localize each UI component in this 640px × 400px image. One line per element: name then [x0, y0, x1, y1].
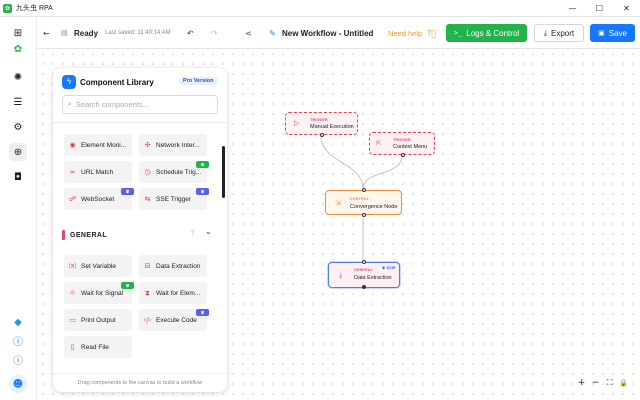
component-library-panel: ϟ Component Library Pro Version ⌕ ◉ Eleme… — [53, 68, 227, 392]
output-port[interactable] — [320, 133, 324, 137]
component-label: Set Variable — [81, 262, 116, 270]
component-data-extraction[interactable]: ⊟ Data Extraction — [139, 255, 207, 277]
zoom-in-button[interactable]: + — [575, 376, 588, 389]
sse-icon: ⇆ — [144, 195, 151, 203]
node-name: Convergence Node — [350, 204, 398, 210]
component-label: Execute Code — [156, 316, 197, 324]
node-data-extraction[interactable]: ⤓ GENERAL ♛ SVIP Data Extraction — [328, 260, 400, 289]
component-network-intercept[interactable]: ✣ Network Inter... — [139, 134, 207, 156]
section-help-icon[interactable]: ? — [191, 231, 194, 237]
node-kind: TRIGGER — [310, 118, 328, 122]
node-name: Context Menu — [393, 144, 428, 150]
section-title: GENERAL — [70, 231, 108, 239]
cursor-icon: ⇱ — [376, 140, 382, 147]
divider — [53, 122, 227, 123]
chevron-down-icon[interactable]: ⌄ — [205, 227, 212, 236]
network-icon: ✣ — [144, 141, 151, 149]
hourglass-icon: ⧗ — [145, 288, 150, 297]
plugin-badge: ⊕ — [121, 282, 134, 289]
output-port[interactable] — [362, 213, 366, 217]
fit-view-button[interactable]: ⛶ — [603, 376, 616, 389]
output-port[interactable] — [401, 153, 405, 157]
lock-button[interactable]: 🔒 — [617, 376, 630, 389]
clock-icon: ◷ — [144, 168, 151, 176]
eye-icon: ◉ — [69, 141, 76, 149]
pro-badge[interactable]: Pro Version — [179, 77, 218, 85]
panel-scrollbar[interactable] — [222, 146, 225, 198]
node-kind: TRIGGER — [393, 138, 411, 142]
node-manual-execution[interactable]: ▷ TRIGGER Manual Execution — [285, 112, 358, 137]
component-url-match[interactable]: ∞ URL Match — [64, 161, 132, 183]
component-label: Read File — [81, 343, 109, 351]
component-label: Print Output — [81, 316, 116, 324]
section-general-header[interactable]: GENERAL — [62, 229, 107, 241]
vip-badge: ♛ — [121, 188, 134, 195]
component-label: URL Match — [81, 168, 114, 176]
node-convergence[interactable]: ⇲ CONTROL Convergence Node — [325, 188, 402, 217]
component-label: Wait for Elem... — [156, 289, 201, 297]
panel-header: ϟ Component Library Pro Version — [53, 68, 227, 96]
websocket-icon: ☍ — [68, 195, 77, 203]
table-icon: ⊟ — [144, 262, 151, 270]
node-kind: CONTROL — [350, 197, 370, 201]
svip-badge: ♛ SVIP — [382, 266, 396, 270]
library-logo-icon: ϟ — [62, 75, 76, 89]
component-label: Element Moni... — [81, 141, 127, 149]
component-print-output[interactable]: ▭ Print Output — [64, 309, 132, 331]
panel-footer: Drag components to the canvas to build a… — [53, 373, 227, 391]
merge-icon: ⇲ — [335, 199, 341, 207]
component-label: Network Inter... — [156, 141, 200, 149]
component-element-monitor[interactable]: ◉ Element Moni... — [64, 134, 132, 156]
zoom-out-button[interactable]: − — [589, 376, 602, 389]
node-kind: GENERAL — [354, 268, 373, 272]
download-icon: ⤓ — [339, 271, 343, 279]
node-context-menu[interactable]: ⇱ TRIGGER Context Menu — [369, 132, 435, 157]
signal-icon: ☼ — [69, 289, 76, 297]
component-wait-element[interactable]: ⧗ Wait for Elem... — [139, 282, 207, 304]
link-icon: ∞ — [69, 168, 76, 176]
component-set-variable[interactable]: ⒳ Set Variable — [64, 255, 132, 277]
component-label: Data Extraction — [156, 262, 201, 270]
variable-icon: ⒳ — [69, 262, 76, 270]
panel-title: Component Library — [80, 78, 154, 87]
component-label: Schedule Trig... — [156, 168, 202, 176]
component-label: WebSocket — [81, 195, 115, 203]
play-icon: ▷ — [294, 119, 300, 127]
print-icon: ▭ — [69, 316, 76, 324]
file-icon: ▯ — [70, 343, 75, 351]
vip-badge: ♛ — [196, 309, 209, 316]
search-icon: ⌕ — [68, 100, 72, 108]
search-box[interactable]: ⌕ — [62, 95, 218, 114]
node-name: Data Extraction — [354, 275, 392, 281]
output-port[interactable] — [362, 285, 366, 289]
node-name: Manual Execution — [310, 124, 354, 130]
search-input[interactable] — [75, 100, 206, 109]
component-label: Wait for Signal — [81, 289, 124, 297]
code-icon: ‹/› — [143, 316, 152, 324]
section-accent — [62, 230, 65, 240]
component-read-file[interactable]: ▯ Read File — [64, 336, 132, 358]
component-label: SSE Trigger — [156, 195, 192, 203]
input-port[interactable] — [362, 260, 366, 264]
input-port[interactable] — [362, 188, 366, 192]
vip-badge: ♛ — [196, 188, 209, 195]
plugin-badge: ⊕ — [196, 161, 209, 168]
